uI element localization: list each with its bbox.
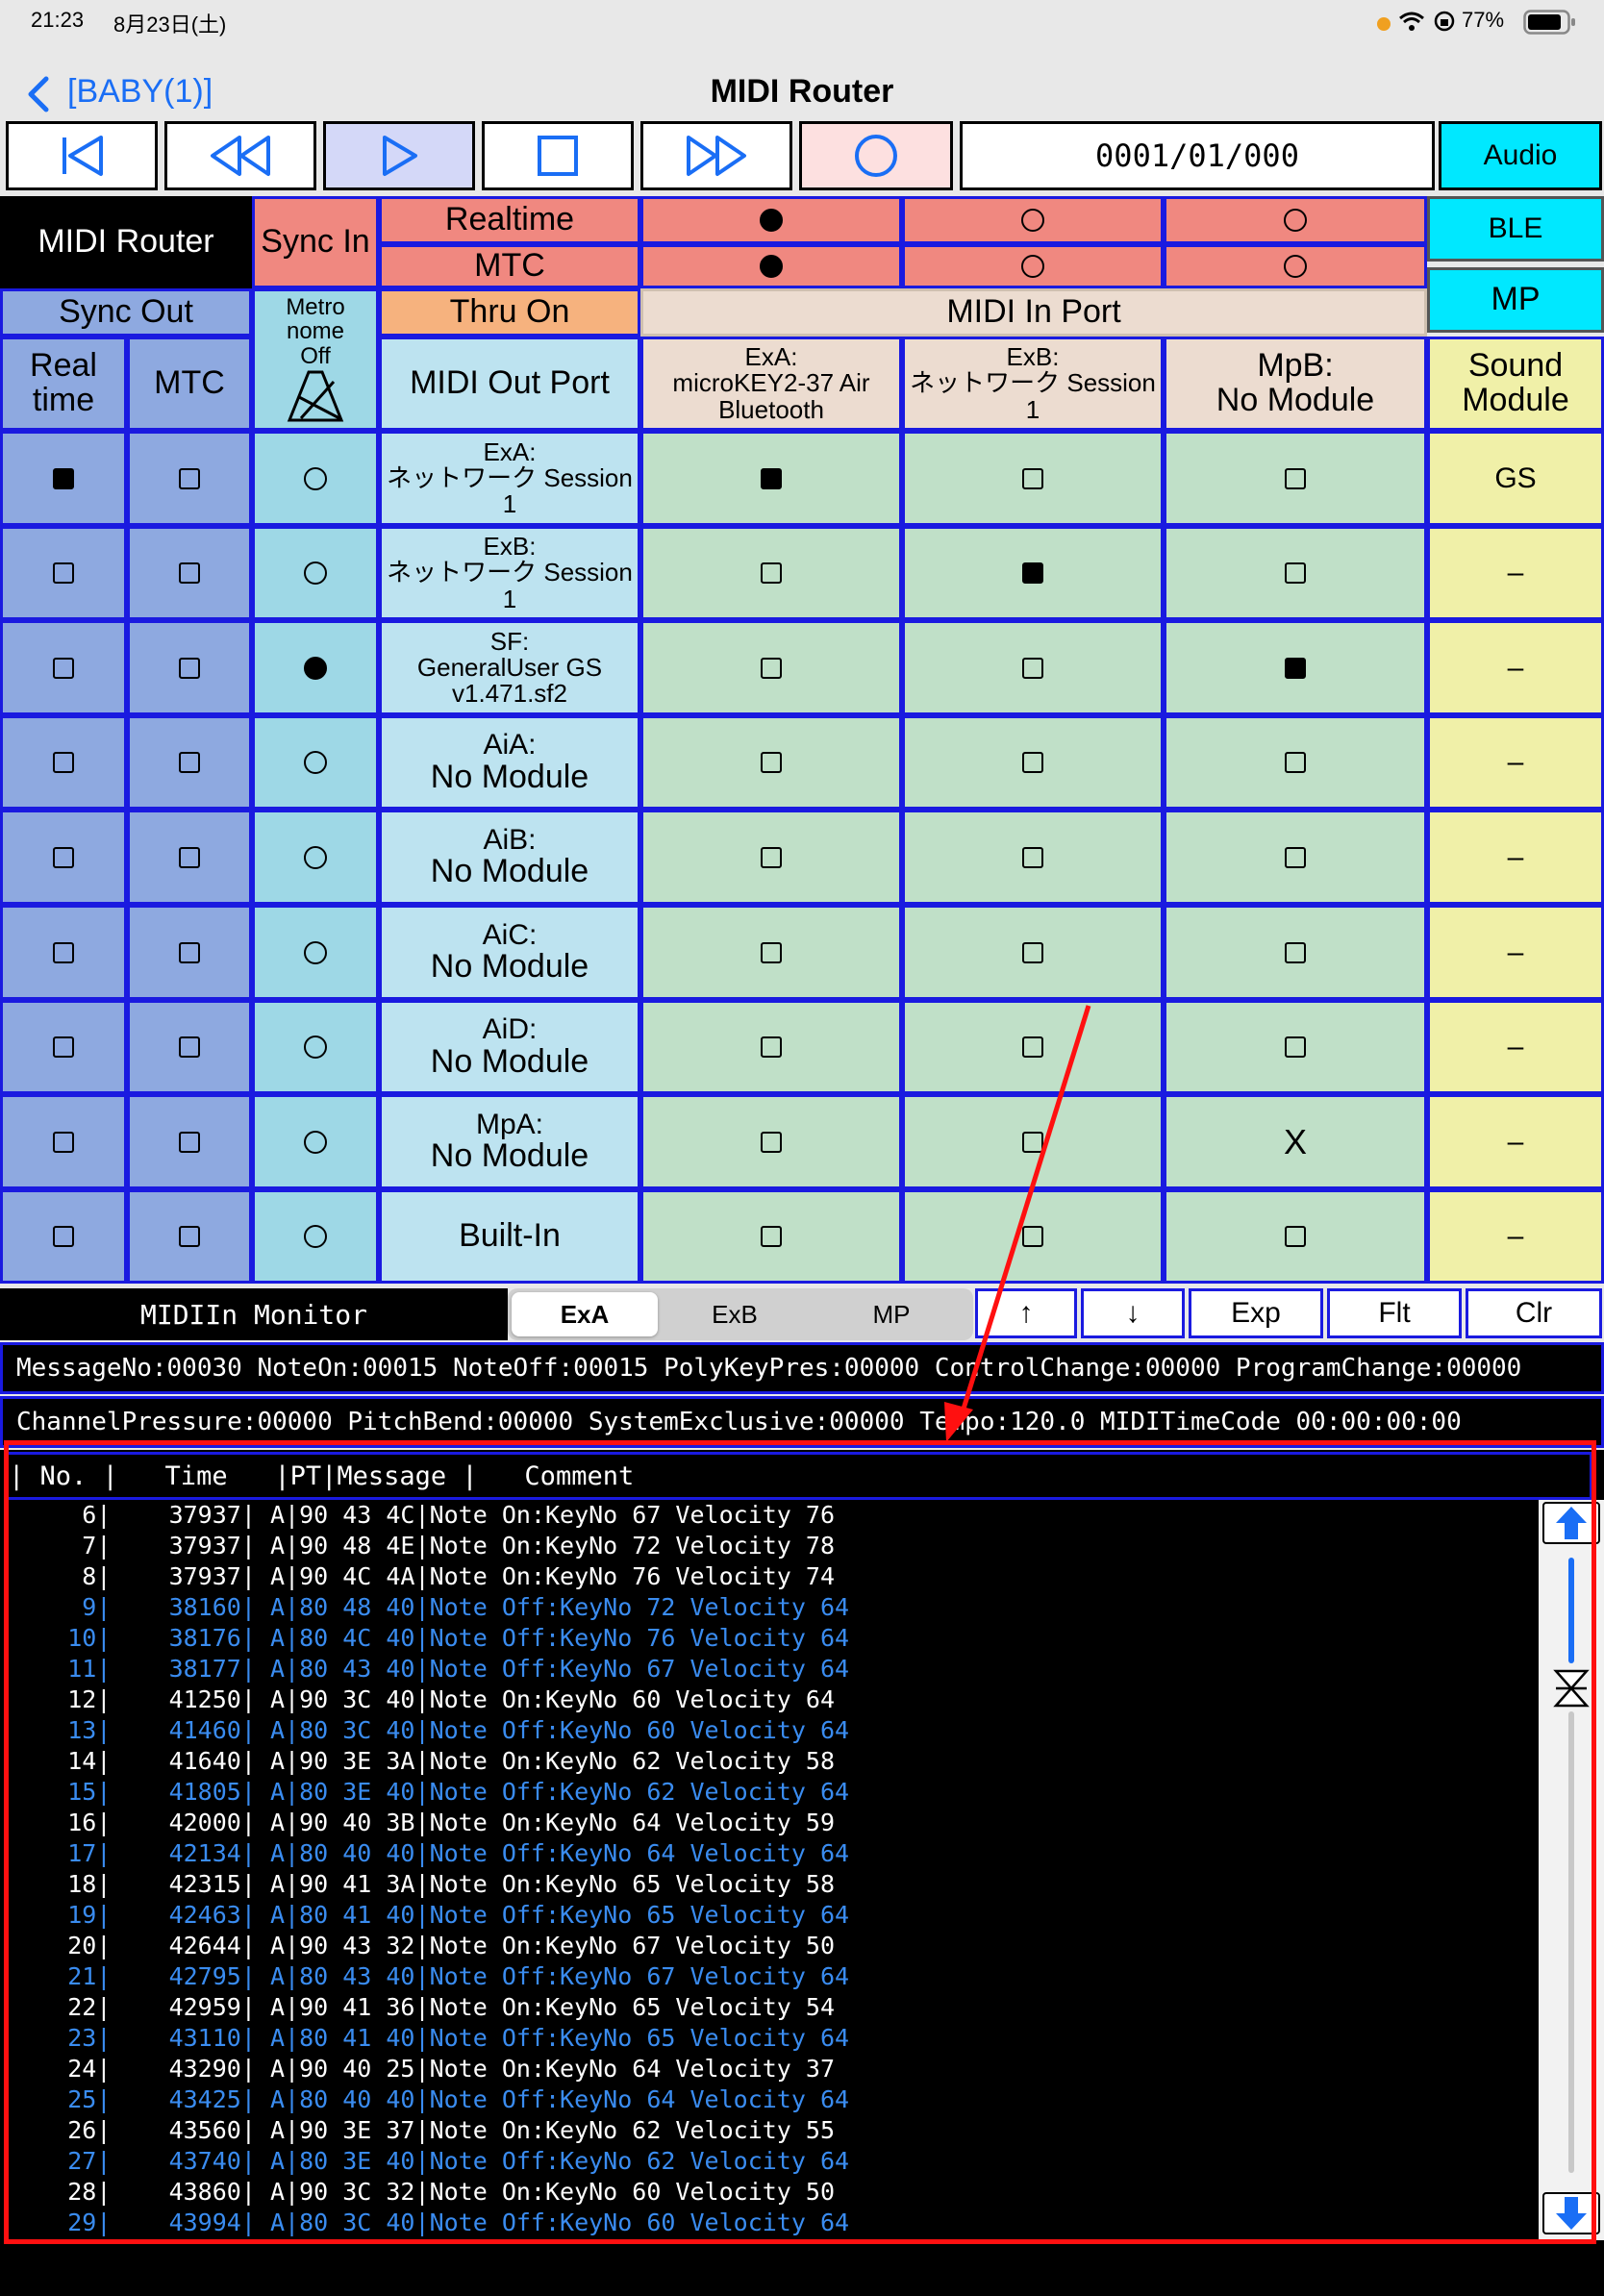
home-indicator	[540, 2269, 1064, 2279]
annotation-arrow-icon	[944, 1005, 1091, 1442]
